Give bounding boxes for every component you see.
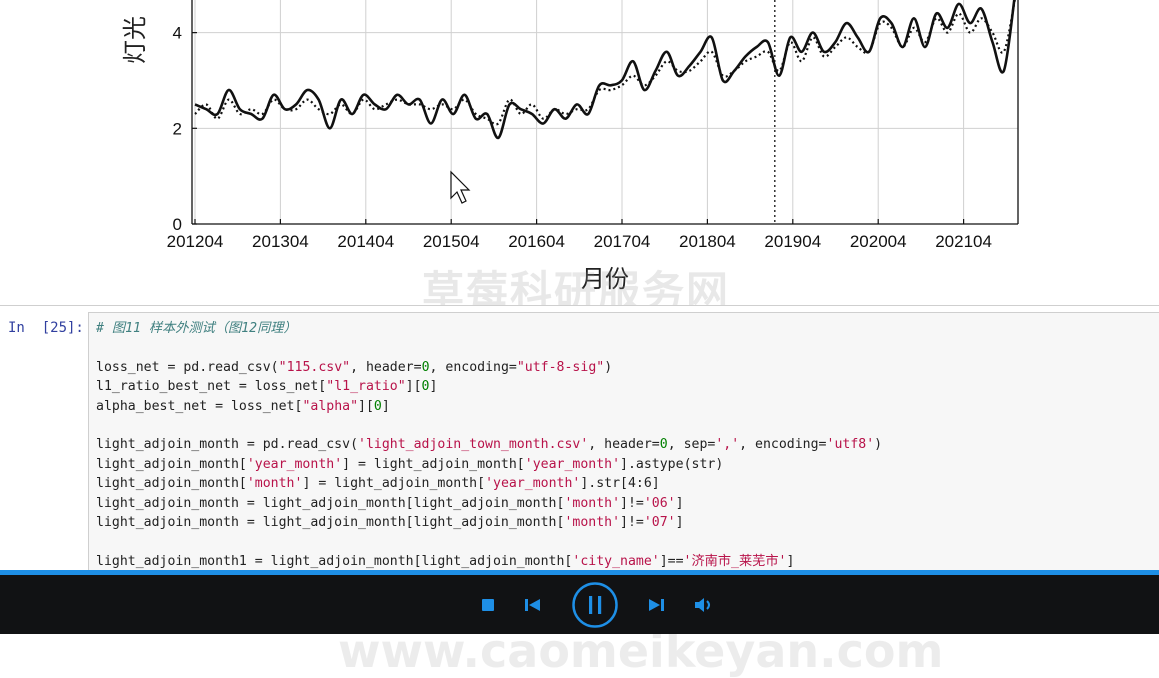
x-tick-label: 201904 xyxy=(764,232,821,251)
cell-prompt: In [25]: xyxy=(8,320,84,336)
code-token: ]== xyxy=(659,553,684,569)
x-tick-label: 201304 xyxy=(252,232,309,251)
code-token: ] = light_adjoin_month[ xyxy=(302,476,486,492)
code-string: "l1_ratio" xyxy=(326,379,406,395)
x-tick-label: 201504 xyxy=(423,232,480,251)
x-tick-label: 201204 xyxy=(167,232,224,251)
series-line-predicted xyxy=(194,0,1016,126)
y-axis-title: 灯光 xyxy=(121,16,149,64)
code-token: , header= xyxy=(350,359,422,375)
code-token: ] xyxy=(381,398,390,414)
pause-icon[interactable] xyxy=(571,581,619,629)
code-token: , encoding= xyxy=(739,437,827,453)
code-token: light_adjoin_month1 = light_adjoin_month… xyxy=(96,553,573,569)
media-player-controls xyxy=(0,575,1159,634)
code-number: 0 xyxy=(659,437,668,453)
previous-icon[interactable] xyxy=(524,597,542,613)
code-line: light_adjoin_month = light_adjoin_month[… xyxy=(96,496,684,511)
chart-output: 201204 201304 201404 201504 201604 201704 2018… xyxy=(0,0,1159,316)
code-string: 'month' xyxy=(564,515,621,531)
code-line: light_adjoin_month = light_adjoin_month[… xyxy=(96,515,684,530)
code-string: '07' xyxy=(643,515,676,531)
next-icon[interactable] xyxy=(647,597,665,613)
code-string: 'utf8' xyxy=(826,437,875,453)
code-token: light_adjoin_month = pd.read_csv( xyxy=(96,437,359,453)
code-string: 'year_month' xyxy=(524,456,621,472)
code-number: 0 xyxy=(421,379,430,395)
code-number: 0 xyxy=(421,359,430,375)
x-tick-label: 202104 xyxy=(935,232,992,251)
code-token: ][ xyxy=(358,398,374,414)
x-tick-label: 201604 xyxy=(508,232,565,251)
x-tick-label: 201704 xyxy=(594,232,651,251)
y-tick-label: 0 xyxy=(173,215,182,234)
code-token: light_adjoin_month = light_adjoin_month[… xyxy=(96,515,565,531)
code-string: 'light_adjoin_town_month.csv' xyxy=(358,437,589,453)
series-line-actual xyxy=(194,0,1016,140)
code-line: light_adjoin_month['year_month'] = light… xyxy=(96,457,723,472)
y-tick-label: 2 xyxy=(173,119,182,138)
code-token: ].astype(str) xyxy=(620,456,724,472)
code-token: ][ xyxy=(405,379,422,395)
stop-icon[interactable] xyxy=(480,597,496,613)
code-line: light_adjoin_month = pd.read_csv('light_… xyxy=(96,437,882,452)
y-tick-label: 4 xyxy=(173,24,182,43)
code-token: light_adjoin_month[ xyxy=(96,456,247,472)
code-token: light_adjoin_month = light_adjoin_month[… xyxy=(96,495,565,511)
code-token: alpha_best_net = loss_net[ xyxy=(96,398,303,414)
code-string: 'year_month' xyxy=(485,476,581,492)
code-token: light_adjoin_month[ xyxy=(96,476,247,492)
code-comment: # 图11 样本外测试（图12同理） xyxy=(96,321,297,336)
volume-icon[interactable] xyxy=(694,596,714,614)
code-string: '06' xyxy=(643,495,676,511)
code-token: ] xyxy=(786,553,795,569)
code-line: loss_net = pd.read_csv("115.csv", header… xyxy=(96,360,612,375)
code-editor[interactable]: # 图11 样本外测试（图12同理） loss_net = pd.read_cs… xyxy=(88,312,1159,575)
code-token: ] xyxy=(675,515,684,531)
x-tick-label: 201404 xyxy=(337,232,394,251)
code-token: ] = light_adjoin_month[ xyxy=(342,456,525,472)
code-token: , header= xyxy=(588,437,660,453)
code-string: "utf-8-sig" xyxy=(516,359,605,375)
code-string: "115.csv" xyxy=(278,359,351,375)
code-token: , encoding= xyxy=(429,359,517,375)
code-string: 'month' xyxy=(246,476,303,492)
notebook-cell[interactable]: In [25]: # 图11 样本外测试（图12同理） loss_net = p… xyxy=(0,306,1159,678)
code-line: l1_ratio_best_net = loss_net["l1_ratio"]… xyxy=(96,379,437,394)
code-string: 'city_name' xyxy=(572,553,660,569)
code-token: ].str[4:6] xyxy=(580,476,660,492)
code-token: l1_ratio_best_net = loss_net[ xyxy=(96,379,327,395)
code-token: ] xyxy=(675,495,684,511)
code-string: 'year_month' xyxy=(246,456,343,472)
code-string: 'month' xyxy=(564,495,621,511)
code-line: light_adjoin_month1 = light_adjoin_month… xyxy=(96,554,794,569)
code-token: ) xyxy=(604,359,613,375)
code-token: ] xyxy=(429,379,438,395)
code-token: ) xyxy=(874,437,883,453)
code-token: loss_net = pd.read_csv( xyxy=(96,359,279,375)
mouse-cursor-icon xyxy=(450,170,471,204)
x-tick-label: 202004 xyxy=(850,232,907,251)
code-line: light_adjoin_month['month'] = light_adjo… xyxy=(96,476,660,491)
code-string: "alpha" xyxy=(302,398,359,414)
x-tick-label: 201804 xyxy=(679,232,736,251)
code-text[interactable]: # 图11 样本外测试（图12同理） loss_net = pd.read_cs… xyxy=(96,319,882,571)
code-string: ',' xyxy=(715,437,740,453)
code-number: 0 xyxy=(373,398,382,414)
code-string: '济南市_莱芜市' xyxy=(683,553,787,569)
code-token: , sep= xyxy=(667,437,716,453)
code-token: ]!= xyxy=(620,515,644,531)
code-token: ]!= xyxy=(620,495,644,511)
code-line: alpha_best_net = loss_net["alpha"][0] xyxy=(96,399,390,414)
